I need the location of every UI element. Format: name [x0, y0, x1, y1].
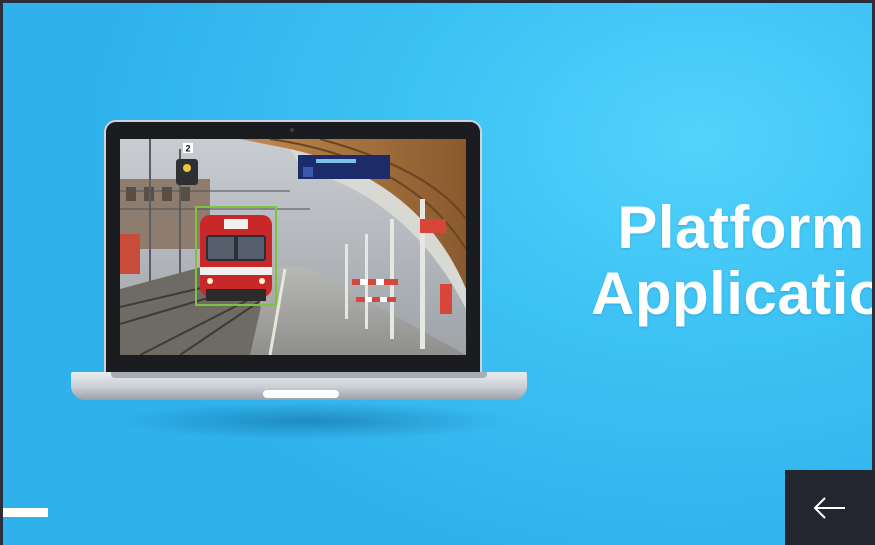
slide-indicator-bar [3, 508, 48, 517]
train-platform-image: 2 [120, 139, 466, 355]
slide-title: Platform Application [591, 195, 872, 327]
laptop-base [71, 372, 527, 400]
arrow-left-icon [813, 496, 845, 519]
platform-number-sign: 2 [186, 144, 191, 154]
laptop-screen: 2 [120, 139, 466, 355]
camera-icon [290, 128, 294, 132]
laptop-illustration: 2 [71, 120, 527, 440]
title-line-1: Platform [617, 194, 865, 261]
laptop-hinge [111, 372, 487, 378]
laptop-shadow [111, 402, 511, 440]
title-line-2: Application [591, 260, 872, 327]
laptop-lid: 2 [104, 120, 482, 374]
back-button[interactable] [785, 470, 875, 545]
laptop-opening-notch [263, 390, 339, 398]
slide: 2 Platform Applicatio [3, 3, 872, 545]
